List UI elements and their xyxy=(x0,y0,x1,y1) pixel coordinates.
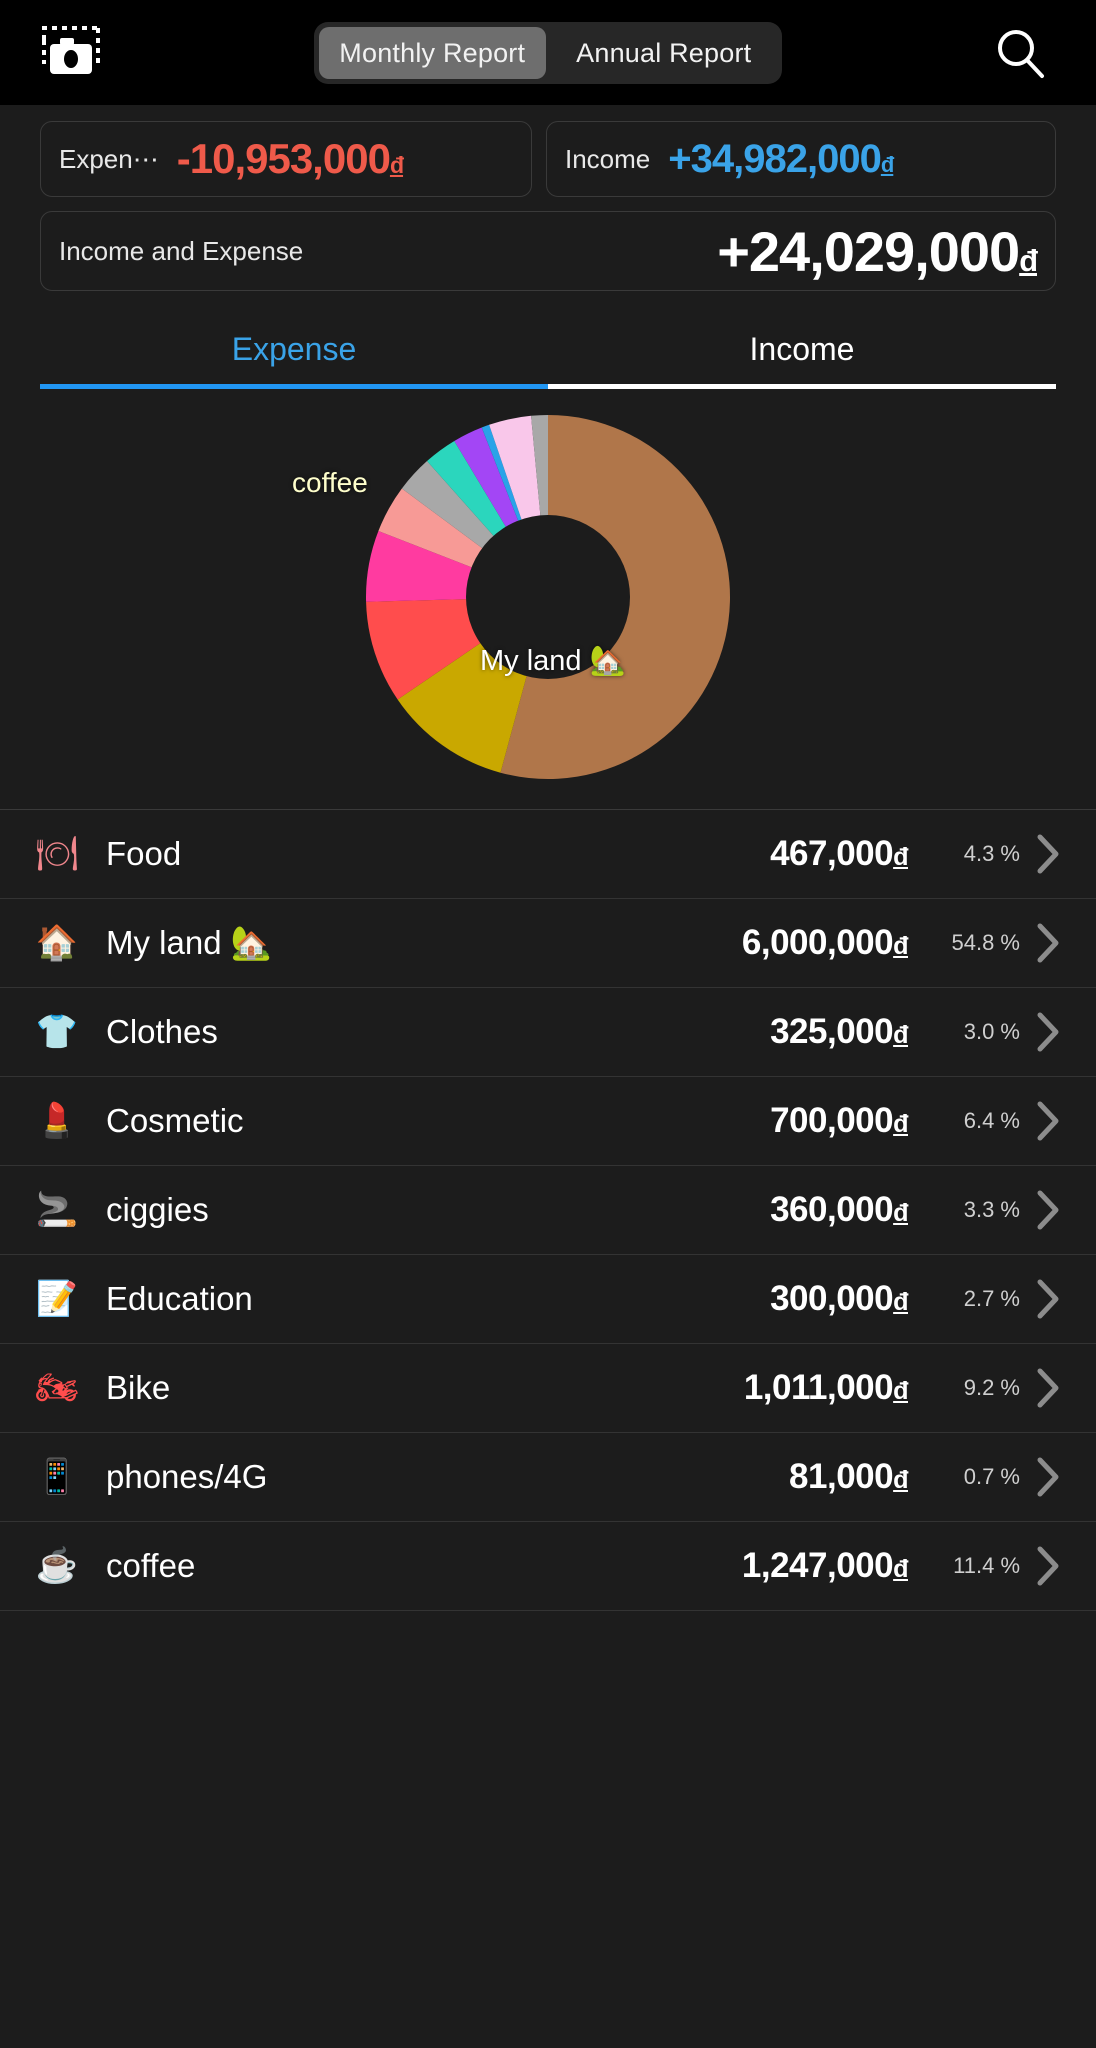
summary-top-row: Expen⋯ -10,953,000đ Income +34,982,000đ xyxy=(40,121,1056,197)
expense-donut-chart[interactable]: coffee My land 🏡 xyxy=(0,389,1096,809)
category-percent: 4.3 % xyxy=(963,841,1020,866)
motorbike-icon: 🏍 xyxy=(35,1369,79,1407)
category-row[interactable]: 🚬 ciggies 360,000đ 3.3 % xyxy=(0,1166,1096,1255)
category-percent: 3.0 % xyxy=(963,1019,1020,1044)
notebook-pencil-icon: 📝 xyxy=(35,1280,79,1318)
category-percent: 0.7 % xyxy=(963,1464,1020,1489)
chevron-right-icon[interactable] xyxy=(1020,1367,1076,1409)
chevron-right-icon[interactable] xyxy=(1020,1100,1076,1142)
category-percent: 6.4 % xyxy=(963,1108,1020,1133)
donut-svg[interactable] xyxy=(348,397,748,797)
cutlery-icon: 🍽 xyxy=(35,835,79,873)
cigarette-icon: 🚬 xyxy=(35,1191,79,1229)
chart-label-my-land: My land 🏡 xyxy=(480,645,626,677)
category-name: Education xyxy=(106,1280,253,1317)
category-amount: 467,000đ xyxy=(770,834,908,873)
chart-label-coffee: coffee xyxy=(292,467,368,498)
category-name: Food xyxy=(106,835,182,872)
balance-card[interactable]: Income and Expense +24,029,000đ xyxy=(40,211,1056,291)
chevron-right-icon[interactable] xyxy=(1020,1545,1076,1587)
income-card[interactable]: Income +34,982,000đ xyxy=(546,121,1056,197)
app-header: Monthly Report Annual Report xyxy=(0,0,1096,105)
category-amount: 6,000,000đ xyxy=(741,923,909,962)
expense-card[interactable]: Expen⋯ -10,953,000đ xyxy=(40,121,532,197)
category-amount: 700,000đ xyxy=(770,1101,908,1140)
category-row[interactable]: 👕 Clothes 325,000đ 3.0 % xyxy=(0,988,1096,1077)
summary-section: Expen⋯ -10,953,000đ Income +34,982,000đ … xyxy=(0,105,1096,291)
category-amount: 81,000đ xyxy=(789,1457,908,1496)
category-amount: 1,011,000đ xyxy=(743,1368,909,1407)
category-amount: 325,000đ xyxy=(770,1012,908,1051)
category-name: Clothes xyxy=(106,1013,218,1050)
category-row[interactable]: ☕ coffee 1,247,000đ 11.4 % xyxy=(0,1522,1096,1611)
category-percent: 2.7 % xyxy=(963,1286,1020,1311)
expense-income-tabs[interactable]: Expense Income xyxy=(40,331,1056,389)
chevron-right-icon[interactable] xyxy=(1020,1011,1076,1053)
category-name: ciggies xyxy=(106,1191,209,1228)
category-row[interactable]: 🏠 My land 🏡 6,000,000đ 54.8 % xyxy=(0,899,1096,988)
chevron-right-icon[interactable] xyxy=(1020,1456,1076,1498)
category-name: coffee xyxy=(106,1547,196,1584)
category-row[interactable]: 📱 phones/4G 81,000đ 0.7 % xyxy=(0,1433,1096,1522)
category-amount: 300,000đ xyxy=(770,1279,908,1318)
category-percent: 9.2 % xyxy=(963,1375,1020,1400)
camera-screenshot-icon[interactable] xyxy=(40,24,102,82)
tab-income[interactable]: Income xyxy=(548,331,1056,389)
report-period-segmented-control[interactable]: Monthly Report Annual Report xyxy=(314,22,782,84)
search-icon[interactable] xyxy=(992,25,1048,81)
category-percent: 3.3 % xyxy=(963,1197,1020,1222)
chevron-right-icon[interactable] xyxy=(1020,1278,1076,1320)
balance-card-label: Income and Expense xyxy=(59,235,304,266)
tshirt-icon: 👕 xyxy=(35,1013,79,1051)
expense-card-amount: -10,953,000đ xyxy=(176,135,404,182)
category-percent: 54.8 % xyxy=(951,930,1021,955)
income-card-label: Income xyxy=(565,143,651,174)
balance-card-amount: +24,029,000đ xyxy=(717,219,1038,283)
category-name: phones/4G xyxy=(106,1458,268,1495)
category-name: Cosmetic xyxy=(106,1102,244,1139)
category-percent: 11.4 % xyxy=(953,1553,1020,1578)
category-row[interactable]: 🏍 Bike 1,011,000đ 9.2 % xyxy=(0,1344,1096,1433)
chevron-right-icon[interactable] xyxy=(1020,922,1076,964)
category-name: Bike xyxy=(106,1369,171,1406)
income-card-amount: +34,982,000đ xyxy=(668,136,894,181)
chevron-right-icon[interactable] xyxy=(1020,833,1076,875)
category-list: 🍽 Food 467,000đ 4.3 % 🏠 My land 🏡 6,000,000đ 54… xyxy=(0,809,1096,1611)
category-row[interactable]: 📝 Education 300,000đ 2.7 % xyxy=(0,1255,1096,1344)
house-icon: 🏠 xyxy=(35,924,79,962)
smartphone-icon: 📱 xyxy=(35,1458,79,1496)
category-amount: 360,000đ xyxy=(770,1190,908,1229)
category-name: My land 🏡 xyxy=(106,923,272,961)
chevron-right-icon[interactable] xyxy=(1020,1189,1076,1231)
segment-monthly-report[interactable]: Monthly Report xyxy=(319,27,546,79)
lipstick-icon: 💄 xyxy=(35,1102,79,1140)
category-row[interactable]: 🍽 Food 467,000đ 4.3 % xyxy=(0,810,1096,899)
coffee-cup-icon: ☕ xyxy=(35,1547,79,1585)
segment-annual-report[interactable]: Annual Report xyxy=(551,27,778,79)
category-amount: 1,247,000đ xyxy=(741,1546,909,1585)
expense-card-label: Expen⋯ xyxy=(59,143,159,174)
category-row[interactable]: 💄 Cosmetic 700,000đ 6.4 % xyxy=(0,1077,1096,1166)
tab-expense[interactable]: Expense xyxy=(40,331,548,389)
